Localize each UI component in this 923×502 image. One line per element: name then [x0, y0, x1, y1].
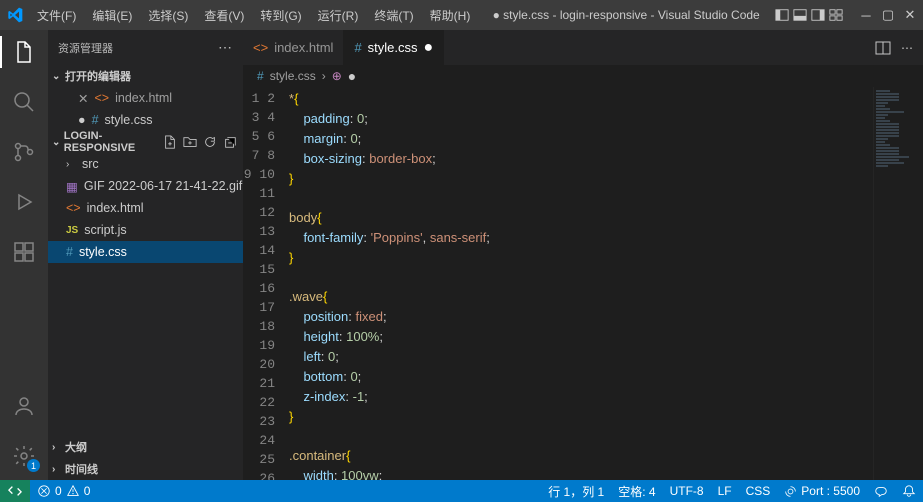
explorer-icon[interactable] [10, 38, 38, 66]
file-name: index.html [115, 91, 172, 105]
menu-item[interactable]: 运行(R) [311, 3, 366, 28]
live-server-port[interactable]: Port : 5500 [777, 480, 867, 502]
tree-item[interactable]: # style.css [48, 241, 243, 263]
symbol-icon: ⊕ [332, 69, 342, 83]
css-file-icon: # [354, 40, 361, 55]
chevron-right-icon: › [52, 464, 62, 475]
file-name: style.css [105, 113, 153, 127]
new-folder-icon[interactable] [183, 135, 197, 149]
chevron-right-icon: › [52, 442, 62, 453]
layout-panel-icon[interactable] [793, 8, 807, 22]
accounts-icon[interactable] [10, 392, 38, 420]
file-name: src [82, 157, 99, 171]
tab-label: style.css [368, 40, 418, 55]
menu-item[interactable]: 转到(G) [253, 3, 308, 28]
breadcrumbs[interactable]: # style.css › ⊕ ● [243, 65, 923, 87]
titlebar-right: ─ ▢ ✕ [775, 7, 923, 23]
feedback-icon[interactable] [867, 480, 895, 502]
project-section[interactable]: ⌄ LOGIN-RESPONSIVE [48, 131, 243, 153]
file-name: style.css [79, 245, 127, 259]
html-file-icon: <> [94, 91, 109, 105]
eol[interactable]: LF [711, 480, 739, 502]
status-bar: 0 0 行 1，列 1 空格: 4 UTF-8 LF CSS Port : 55… [0, 480, 923, 502]
file-name: index.html [87, 201, 144, 215]
window-title: ● style.css - login-responsive - Visual … [477, 8, 775, 22]
maximize-button[interactable]: ▢ [881, 7, 895, 23]
tree-item[interactable]: ▦ GIF 2022-06-17 21-41-22.gif [48, 175, 243, 197]
css-file-icon: # [66, 245, 73, 259]
extensions-icon[interactable] [10, 238, 38, 266]
chevron-down-icon: ⌄ [52, 137, 61, 148]
sidebar-title: 资源管理器 [58, 40, 113, 56]
menu-item[interactable]: 终端(T) [367, 3, 420, 28]
activity-bar: 1 [0, 30, 48, 480]
code-editor[interactable]: 1 2 3 4 5 6 7 8 9 10 11 12 13 14 15 16 1… [243, 87, 923, 480]
indentation[interactable]: 空格: 4 [611, 480, 662, 502]
file-name: GIF 2022-06-17 21-41-22.gif [84, 179, 242, 193]
html-file-icon: <> [253, 40, 268, 55]
dirty-indicator: ● [424, 40, 434, 56]
notifications-icon[interactable] [895, 480, 923, 502]
source-control-icon[interactable] [10, 138, 38, 166]
open-editor-item[interactable]: ● # style.css [48, 109, 243, 131]
tab-label: index.html [274, 40, 333, 55]
tree-item[interactable]: <> index.html [48, 197, 243, 219]
open-editors-section[interactable]: ⌄ 打开的编辑器 [48, 65, 243, 87]
menu-item[interactable]: 选择(S) [141, 3, 195, 28]
problems-button[interactable]: 0 0 [30, 480, 97, 502]
editor-tab[interactable]: # style.css ● [344, 30, 444, 65]
menu-item[interactable]: 文件(F) [30, 3, 83, 28]
dirty-indicator: ● [78, 113, 86, 127]
layout-sidebar-left-icon[interactable] [775, 8, 789, 22]
cursor-position[interactable]: 行 1，列 1 [541, 480, 611, 502]
timeline-section[interactable]: ›时间线 [48, 458, 243, 480]
collapse-all-icon[interactable] [223, 135, 237, 149]
more-actions-icon[interactable]: ⋯ [901, 41, 913, 55]
more-actions-icon[interactable]: ⋯ [218, 39, 233, 56]
editor-tabs: <> index.html # style.css ● ⋯ [243, 30, 923, 65]
chevron-right-icon: › [322, 69, 326, 83]
dirty-indicator: ● [348, 68, 356, 84]
open-editor-item[interactable]: ✕ <> index.html [48, 87, 243, 109]
split-editor-icon[interactable] [875, 40, 891, 56]
close-icon[interactable]: ✕ [78, 91, 88, 106]
menu-item[interactable]: 帮助(H) [423, 3, 478, 28]
search-icon[interactable] [10, 88, 38, 116]
menu-item[interactable]: 编辑(E) [85, 3, 139, 28]
encoding[interactable]: UTF-8 [663, 480, 711, 502]
layout-custom-icon[interactable] [829, 8, 843, 22]
vscode-logo-icon [0, 7, 30, 23]
image-file-icon: ▦ [66, 179, 78, 194]
html-file-icon: <> [66, 201, 81, 215]
file-name: script.js [84, 223, 126, 237]
chevron-right-icon: › [66, 159, 76, 170]
settings-gear-icon[interactable]: 1 [10, 442, 38, 470]
new-file-icon[interactable] [163, 135, 177, 149]
tree-item[interactable]: › src [48, 153, 243, 175]
remote-indicator[interactable] [0, 480, 30, 502]
menu-bar: 文件(F)编辑(E)选择(S)查看(V)转到(G)运行(R)终端(T)帮助(H) [30, 3, 477, 28]
editor-tab[interactable]: <> index.html [243, 30, 344, 65]
layout-sidebar-right-icon[interactable] [811, 8, 825, 22]
minimap[interactable] [873, 87, 923, 480]
language-mode[interactable]: CSS [739, 480, 778, 502]
css-file-icon: # [92, 113, 99, 127]
chevron-down-icon: ⌄ [52, 71, 62, 82]
close-button[interactable]: ✕ [903, 7, 917, 23]
css-file-icon: # [257, 69, 264, 83]
titlebar: 文件(F)编辑(E)选择(S)查看(V)转到(G)运行(R)终端(T)帮助(H)… [0, 0, 923, 30]
js-file-icon: JS [66, 225, 78, 236]
editor-group: <> index.html # style.css ● ⋯ # style.css › … [243, 30, 923, 480]
sidebar: 资源管理器 ⋯ ⌄ 打开的编辑器 ✕ <> index.html ● # style.cs… [48, 30, 243, 480]
outline-section[interactable]: ›大纲 [48, 436, 243, 458]
refresh-icon[interactable] [203, 135, 217, 149]
minimize-button[interactable]: ─ [859, 8, 873, 23]
run-debug-icon[interactable] [10, 188, 38, 216]
menu-item[interactable]: 查看(V) [197, 3, 251, 28]
tree-item[interactable]: JS script.js [48, 219, 243, 241]
